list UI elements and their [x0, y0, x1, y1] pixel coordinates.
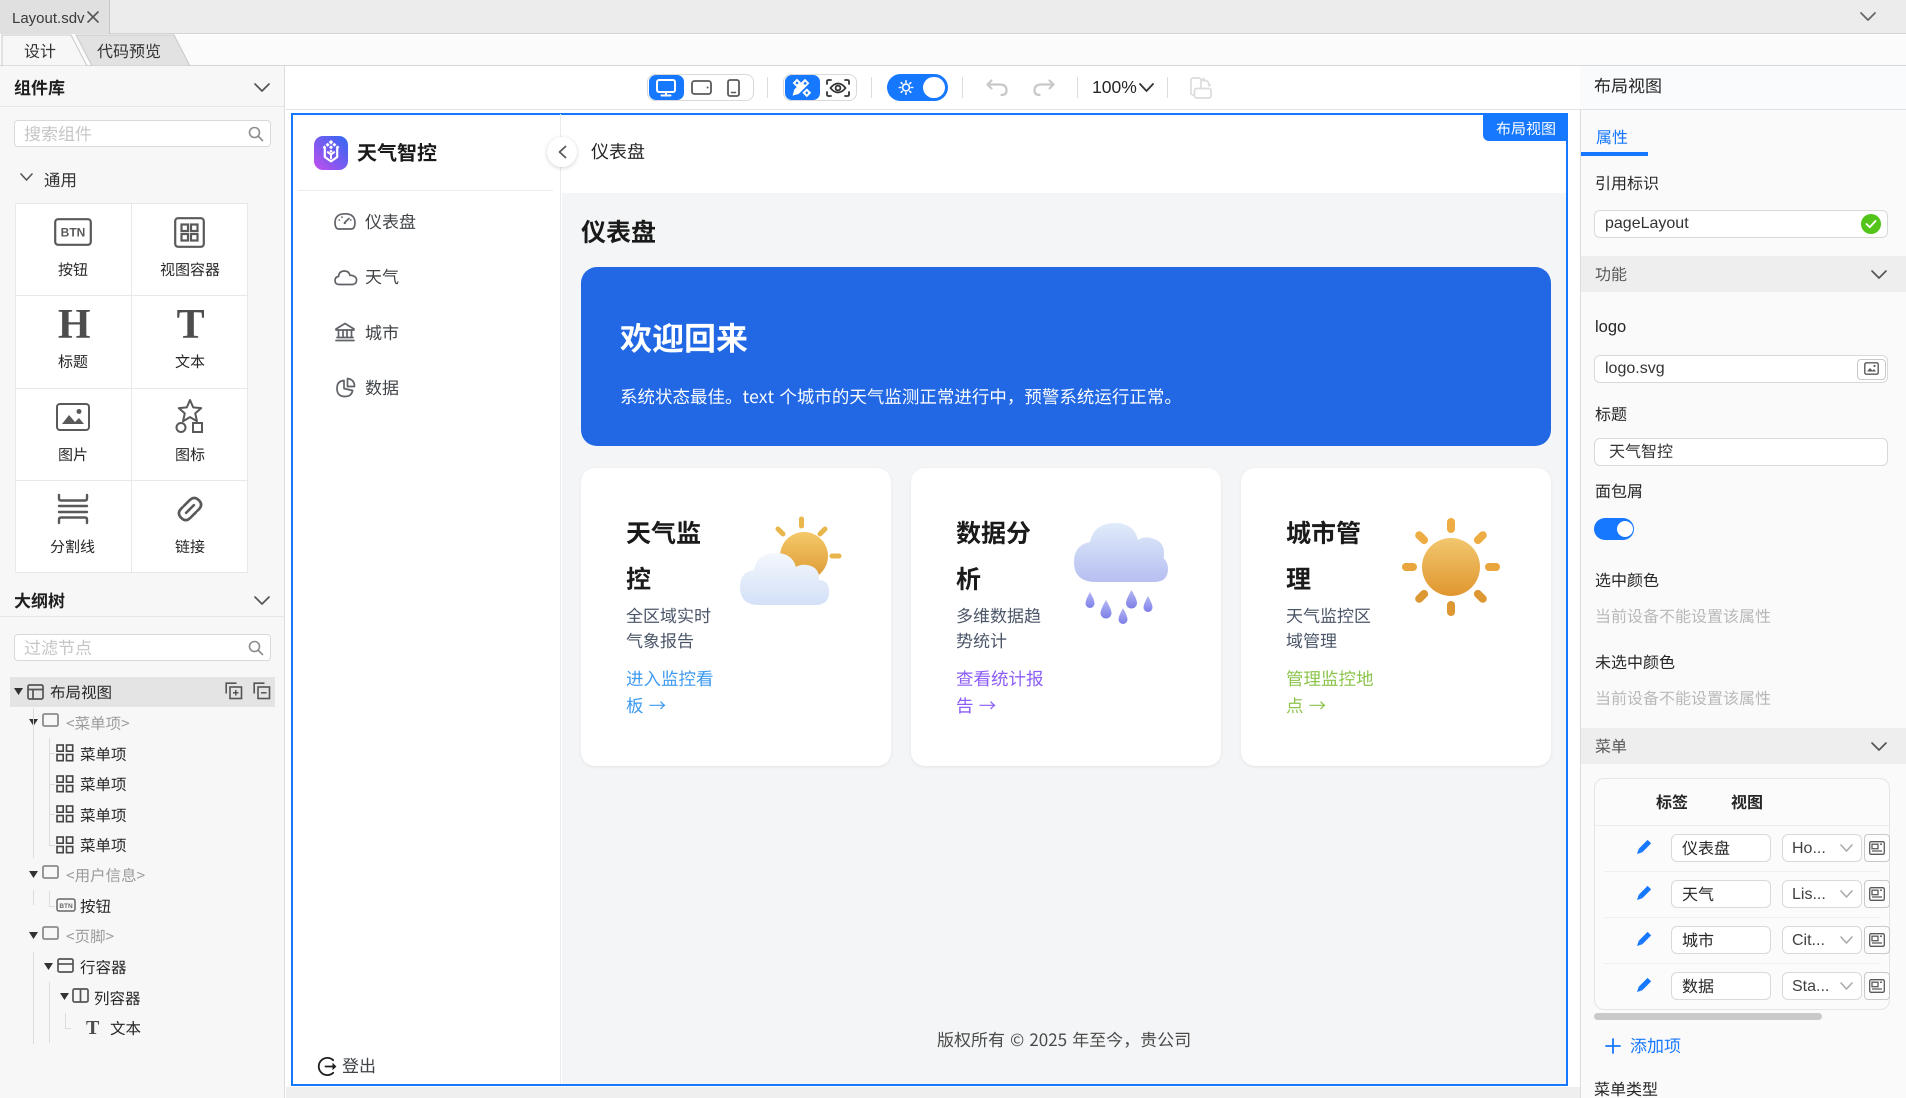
svg-text:BTN: BTN [59, 903, 73, 910]
svg-text:BTN: BTN [61, 226, 86, 240]
